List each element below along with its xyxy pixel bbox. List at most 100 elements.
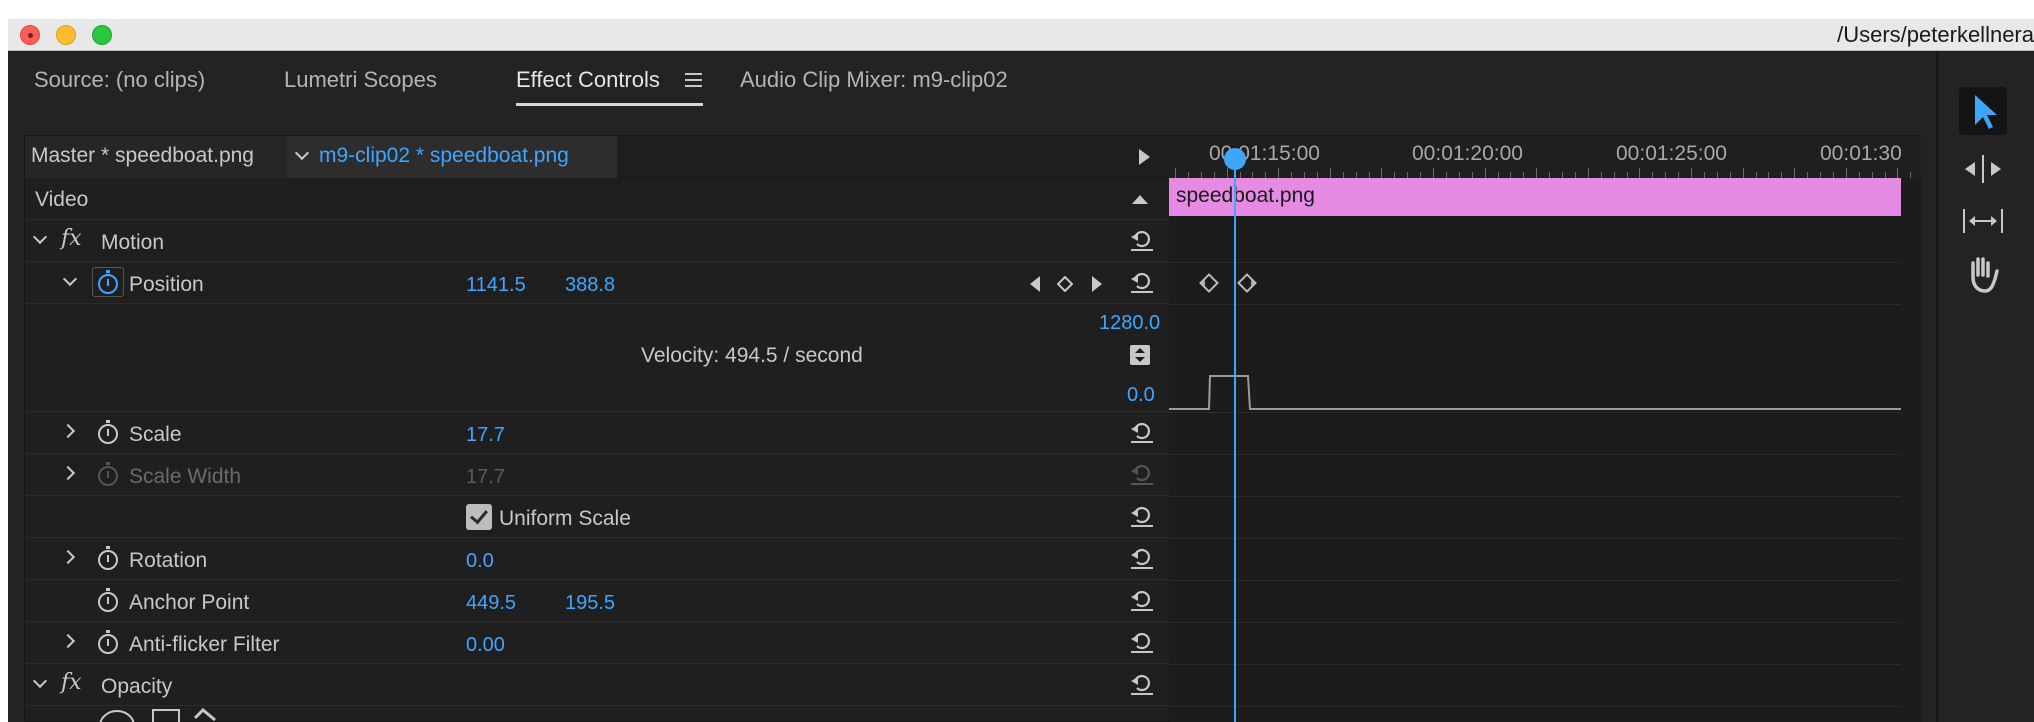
scale-width-value: 17.7 [466, 466, 505, 488]
reset-icon[interactable] [1129, 420, 1155, 444]
reset-icon[interactable] [1129, 630, 1155, 654]
hand-tool-button[interactable] [1959, 249, 2007, 297]
reset-icon[interactable] [1129, 270, 1155, 294]
reset-icon [1129, 462, 1155, 486]
ruler-tick [1845, 168, 1847, 178]
chevron-right-icon[interactable] [60, 549, 76, 565]
pen-mask-icon [193, 708, 216, 722]
grid-line [1169, 622, 1901, 623]
reset-icon[interactable] [1129, 588, 1155, 612]
hand-tool-icon [1971, 257, 1999, 293]
property-rotation: Rotation 0.0 [25, 538, 1177, 580]
section-video: Video [25, 178, 1177, 220]
chevron-right-icon[interactable] [60, 423, 76, 439]
ruler-tick [1278, 168, 1280, 178]
ruler-label: 00:01:30 [1820, 142, 1902, 165]
reset-icon[interactable] [1129, 546, 1155, 570]
motion-label: Motion [101, 231, 165, 254]
ripple-edit-tool-button[interactable] [1959, 145, 2007, 193]
ruler-tick [1175, 168, 1176, 178]
position-x-value[interactable]: 1141.5 [466, 274, 526, 297]
tab-effect-controls[interactable]: Effect Controls [516, 67, 660, 93]
minimize-window-button[interactable] [56, 25, 76, 45]
effect-opacity[interactable]: fx Opacity [25, 664, 1177, 706]
stopwatch-icon[interactable] [98, 546, 118, 570]
keyframe-marker[interactable] [1237, 273, 1257, 293]
slip-tool-button[interactable] [1959, 197, 2007, 245]
reset-icon[interactable] [1129, 228, 1155, 252]
stopwatch-icon[interactable] [98, 588, 118, 612]
fx-icon[interactable]: fx [61, 226, 82, 251]
close-window-button[interactable] [20, 25, 40, 45]
keyframe-marker[interactable] [1199, 273, 1219, 293]
property-scale: Scale 17.7 [25, 412, 1177, 454]
slip-tool-icon [1963, 209, 2003, 233]
anchor-point-y-value[interactable]: 195.5 [565, 592, 615, 615]
ruler-tick [1329, 168, 1331, 178]
ripple-edit-icon [1965, 155, 2001, 183]
stopwatch-icon[interactable] [98, 630, 118, 654]
effect-controls-body: Master * speedboat.png m9-clip02 * speed… [24, 135, 1921, 722]
add-keyframe-icon[interactable] [1057, 276, 1073, 292]
stopwatch-icon[interactable] [98, 420, 118, 444]
velocity-graph-row: 1280.0 Velocity: 494.5 / second 0.0 [25, 304, 1177, 412]
grid-line [1169, 538, 1901, 539]
chevron-right-icon[interactable] [60, 633, 76, 649]
fx-icon[interactable]: fx [61, 670, 82, 695]
playhead-handle[interactable] [1224, 148, 1246, 171]
clip-bar[interactable]: speedboat.png [1169, 178, 1901, 216]
chevron-down-icon[interactable] [32, 229, 48, 245]
position-y-value[interactable]: 388.8 [565, 274, 615, 297]
property-position: Position 1141.5 388.8 [25, 262, 1177, 304]
property-anti-flicker: Anti-flicker Filter 0.00 [25, 622, 1177, 664]
reset-icon[interactable] [1129, 672, 1155, 696]
mask-tools [99, 708, 216, 722]
anchor-point-x-value[interactable]: 449.5 [466, 592, 516, 615]
uniform-scale-label: Uniform Scale [499, 507, 631, 530]
selection-tool-icon [1975, 95, 1997, 129]
velocity-graph[interactable] [1169, 304, 1901, 412]
ruler-tick [1381, 168, 1383, 178]
property-anchor-point: Anchor Point 449.5 195.5 [25, 580, 1177, 622]
opacity-label: Opacity [101, 675, 173, 698]
ruler-tick [1536, 168, 1538, 178]
velocity-readout: Velocity: 494.5 / second [641, 344, 863, 367]
collapse-up-icon[interactable] [1131, 193, 1149, 205]
anti-flicker-value[interactable]: 0.00 [466, 634, 505, 657]
grid-line [1169, 454, 1901, 455]
anti-flicker-label: Anti-flicker Filter [129, 633, 280, 656]
clip-name: speedboat.png [1176, 184, 1315, 207]
panel-menu-icon[interactable] [685, 73, 702, 87]
rotation-value[interactable]: 0.0 [466, 550, 494, 573]
property-uniform-scale: Uniform Scale [25, 496, 1177, 538]
zoom-window-button[interactable] [92, 25, 112, 45]
previous-keyframe-icon[interactable] [1028, 275, 1042, 293]
effect-motion[interactable]: fx Motion [25, 220, 1177, 262]
ruler-tick [1691, 168, 1692, 178]
graph-min-value: 0.0 [1127, 384, 1155, 406]
ruler-tick [1794, 168, 1796, 178]
keyframe-timeline[interactable]: 00:01:15:00 00:01:20:00 00:01:25:00 00:0… [1169, 136, 1921, 722]
tab-source[interactable]: Source: (no clips) [34, 67, 205, 93]
window-title-path: /Users/peterkellnera [1837, 22, 2034, 47]
reset-icon[interactable] [1129, 504, 1155, 528]
chevron-right-icon[interactable] [60, 465, 76, 481]
tab-lumetri-scopes[interactable]: Lumetri Scopes [284, 67, 437, 93]
selection-tool-button[interactable] [1959, 87, 2007, 135]
next-keyframe-icon[interactable] [1090, 275, 1104, 293]
scale-width-label: Scale Width [129, 465, 242, 488]
time-ruler[interactable]: 00:01:15:00 00:01:20:00 00:01:25:00 00:0… [1169, 136, 1921, 178]
chevron-down-icon[interactable] [62, 271, 78, 287]
scale-value[interactable]: 17.7 [466, 424, 505, 447]
chevron-down-icon[interactable] [32, 673, 48, 689]
stopwatch-icon [98, 462, 118, 486]
stopwatch-icon[interactable] [98, 270, 118, 294]
tab-audio-clip-mixer[interactable]: Audio Clip Mixer: m9-clip02 [740, 67, 1008, 93]
title-bar: /Users/peterkellnera [8, 19, 2034, 51]
ruler-tick [1433, 168, 1434, 178]
graph-toggle-icon[interactable] [1129, 344, 1151, 366]
grid-line [1169, 496, 1901, 497]
ruler-label: 00:01:25:00 [1616, 142, 1727, 165]
uniform-scale-checkbox[interactable] [466, 504, 492, 530]
ruler-tick [1742, 168, 1744, 178]
